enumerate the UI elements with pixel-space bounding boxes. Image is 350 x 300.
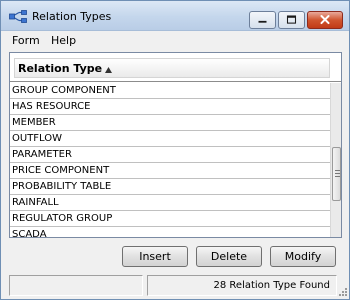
column-header-relation-type[interactable]: Relation Type	[14, 58, 330, 78]
relation-network-icon	[9, 10, 27, 23]
modify-button[interactable]: Modify	[270, 246, 336, 267]
column-header-label: Relation Type	[18, 62, 103, 75]
status-pane-right: 28 Relation Type Found	[147, 275, 337, 296]
close-icon	[320, 15, 330, 25]
sort-ascending-icon	[105, 67, 112, 73]
list-header: Relation Type	[10, 53, 341, 82]
vertical-scrollbar[interactable]	[330, 83, 341, 237]
menu-form[interactable]: Form	[12, 34, 40, 47]
maximize-icon	[286, 15, 297, 24]
grip-line	[335, 173, 340, 174]
list-item[interactable]: SCADA	[10, 227, 330, 237]
title-bar[interactable]: Relation Types	[1, 1, 349, 31]
list-item[interactable]: HAS RESOURCE	[10, 99, 330, 115]
window-title: Relation Types	[32, 10, 112, 23]
resize-grip-icon[interactable]	[338, 287, 348, 297]
record-count-text: 28 Relation Type Found	[213, 280, 330, 291]
status-bar: 28 Relation Type Found	[1, 273, 349, 299]
delete-button[interactable]: Delete	[196, 246, 262, 267]
list-item[interactable]: GROUP COMPONENT	[10, 83, 330, 99]
list-item[interactable]: OUTFLOW	[10, 131, 330, 147]
minimize-icon	[258, 20, 267, 23]
relation-type-list[interactable]: Relation Type GROUP COMPONENT HAS RESOUR…	[9, 52, 342, 238]
list-item[interactable]: PRICE COMPONENT	[10, 163, 330, 179]
relation-types-window: Relation Types Form Help Relation Type G…	[0, 0, 350, 300]
list-item[interactable]: RAINFALL	[10, 195, 330, 211]
close-button[interactable]	[307, 11, 343, 29]
list-item[interactable]: PROBABILITY TABLE	[10, 179, 330, 195]
insert-button[interactable]: Insert	[122, 246, 188, 267]
list-item[interactable]: PARAMETER	[10, 147, 330, 163]
minimize-button[interactable]	[249, 11, 276, 29]
grip-line	[335, 176, 340, 177]
menu-bar: Form Help	[1, 32, 349, 49]
status-pane-left	[9, 275, 143, 296]
scrollbar-thumb[interactable]	[332, 147, 341, 201]
grip-line	[335, 170, 340, 171]
list-rows: GROUP COMPONENT HAS RESOURCE MEMBER OUTF…	[10, 83, 330, 237]
list-item[interactable]: REGULATOR GROUP	[10, 211, 330, 227]
list-item[interactable]: MEMBER	[10, 115, 330, 131]
maximize-button[interactable]	[278, 11, 305, 29]
menu-help[interactable]: Help	[51, 34, 76, 47]
